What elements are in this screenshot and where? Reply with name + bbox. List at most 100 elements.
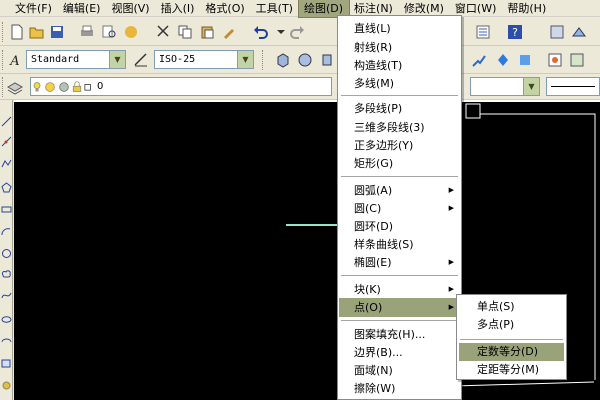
publish-icon[interactable]: [122, 23, 140, 41]
menu-insert[interactable]: 插入(I): [156, 0, 201, 17]
solid-icon[interactable]: [516, 51, 534, 69]
menu-bar: 文件(F) 编辑(E) 视图(V) 插入(I) 格式(O) 工具(T) 绘图(D…: [0, 0, 600, 18]
menu-item-measure[interactable]: 定距等分(M): [459, 361, 564, 379]
menu-item-region[interactable]: 面域(N): [339, 361, 460, 380]
submenu-arrow-icon: ▶: [448, 186, 454, 194]
polyline-tool-icon[interactable]: [1, 158, 12, 169]
view-icon[interactable]: [548, 23, 566, 41]
dim-style-select[interactable]: ISO-25 ▼: [154, 50, 254, 69]
submenu-arrow-icon: ▶: [448, 204, 454, 212]
text-style-select[interactable]: Standard ▼: [26, 50, 126, 69]
menu-file[interactable]: 文件(F): [10, 0, 58, 17]
toolbar-grip[interactable]: [2, 50, 5, 70]
match-properties-icon[interactable]: [220, 23, 238, 41]
menu-item-point[interactable]: 点(O) ▶: [339, 298, 460, 317]
submenu-arrow-icon: ▶: [448, 303, 454, 311]
chevron-down-icon[interactable]: ▼: [109, 51, 125, 68]
line-tool-icon[interactable]: [1, 116, 12, 127]
menu-item-hatch[interactable]: 图案填充(H)...: [339, 325, 460, 344]
toolbar-grip[interactable]: [2, 22, 5, 42]
menu-item-divide[interactable]: 定数等分(D): [459, 343, 564, 361]
save-icon[interactable]: [48, 23, 66, 41]
menu-item-multiple-point[interactable]: 多点(P): [459, 316, 564, 334]
menu-separator: [341, 176, 458, 177]
revision-cloud-tool-icon[interactable]: [1, 268, 12, 279]
menu-item-line[interactable]: 直线(L): [339, 19, 460, 38]
menu-item-rectangle[interactable]: 矩形(G): [339, 154, 460, 173]
menu-view[interactable]: 视图(V): [106, 0, 155, 17]
menu-item-spline[interactable]: 样条曲线(S): [339, 235, 460, 254]
rectangle-tool-icon[interactable]: [1, 204, 12, 215]
layer-select[interactable]: 0: [30, 77, 332, 96]
svg-text:A: A: [9, 54, 19, 68]
chevron-down-icon[interactable]: ▼: [523, 78, 539, 95]
layer-manager-icon[interactable]: [6, 78, 24, 96]
menu-item-ray[interactable]: 射线(R): [339, 38, 460, 57]
render-icon[interactable]: [470, 51, 488, 69]
standard-toolbar: ?: [0, 18, 600, 46]
menu-edit[interactable]: 编辑(E): [58, 0, 107, 17]
new-file-icon[interactable]: [8, 23, 26, 41]
menu-item-polyline[interactable]: 多段线(P): [339, 99, 460, 118]
spline-tool-icon[interactable]: [1, 290, 12, 301]
menu-format[interactable]: 格式(O): [200, 0, 250, 17]
cut-icon[interactable]: [154, 23, 172, 41]
menu-item-donut[interactable]: 圆环(D): [339, 217, 460, 236]
viewport-freeze-icon: [57, 79, 71, 95]
menu-item-boundary[interactable]: 边界(B)...: [339, 343, 460, 362]
menu-help[interactable]: 帮助(H): [502, 0, 552, 17]
box-icon[interactable]: [274, 51, 292, 69]
insert-block-tool-icon[interactable]: [1, 358, 12, 369]
circle-tool-icon[interactable]: [1, 248, 12, 259]
menu-item-multiline[interactable]: 多线(M): [339, 74, 460, 93]
make-block-tool-icon[interactable]: [1, 380, 12, 391]
ellipse-arc-tool-icon[interactable]: [1, 336, 12, 347]
arc-tool-icon[interactable]: [1, 226, 12, 237]
menu-item-circle[interactable]: 圆(C) ▶: [339, 199, 460, 218]
layers-toolbar: 0 ▼: [0, 74, 600, 100]
construction-line-tool-icon[interactable]: [1, 136, 12, 147]
draw-toolbar: [0, 100, 13, 400]
copy-icon[interactable]: [176, 23, 194, 41]
menu-item-3d-polyline[interactable]: 三维多段线(3): [339, 118, 460, 137]
material-icon[interactable]: [546, 51, 564, 69]
open-file-icon[interactable]: [28, 23, 46, 41]
polygon-tool-icon[interactable]: [1, 182, 12, 193]
redo-icon[interactable]: [288, 23, 306, 41]
lightbulb-icon: [31, 79, 43, 95]
submenu-arrow-icon: ▶: [448, 285, 454, 293]
print-icon[interactable]: [78, 23, 96, 41]
plot-preview-icon[interactable]: [100, 23, 118, 41]
color-select[interactable]: ▼: [470, 77, 540, 96]
linetype-select[interactable]: [546, 77, 600, 96]
cylinder-icon[interactable]: [318, 51, 336, 69]
menu-item-block[interactable]: 块(K) ▶: [339, 280, 460, 299]
menu-item-xline[interactable]: 构造线(T): [339, 56, 460, 75]
menu-item-polygon[interactable]: 正多边形(Y): [339, 136, 460, 155]
dim-style-icon[interactable]: [132, 51, 150, 69]
undo-icon[interactable]: [252, 23, 270, 41]
menu-item-wipeout[interactable]: 擦除(W): [339, 379, 460, 398]
help-icon[interactable]: ?: [506, 23, 524, 41]
point-submenu: 单点(S) 多点(P) 定数等分(D) 定距等分(M): [456, 294, 567, 380]
toolbar-grip[interactable]: [262, 50, 265, 70]
light-icon[interactable]: [494, 51, 512, 69]
ellipse-tool-icon[interactable]: [1, 314, 12, 325]
menu-separator: [341, 320, 458, 321]
styles-toolbar: A Standard ▼ ISO-25 ▼: [0, 46, 600, 74]
submenu-arrow-icon: ▶: [448, 258, 454, 266]
menu-item-arc[interactable]: 圆弧(A) ▶: [339, 181, 460, 200]
background-icon[interactable]: [568, 51, 586, 69]
text-style-icon[interactable]: A: [6, 51, 24, 69]
chevron-down-icon[interactable]: ▼: [237, 51, 253, 68]
menu-separator: [341, 275, 458, 276]
sheet-set-icon[interactable]: [570, 23, 588, 41]
paste-icon[interactable]: [198, 23, 216, 41]
menu-item-ellipse[interactable]: 椭圆(E) ▶: [339, 253, 460, 272]
menu-item-single-point[interactable]: 单点(S): [459, 298, 564, 316]
sphere-icon[interactable]: [296, 51, 314, 69]
menu-separator: [341, 95, 458, 96]
toolbar-grip[interactable]: [2, 77, 5, 97]
menu-tools[interactable]: 工具(T): [251, 0, 299, 17]
properties-icon[interactable]: [474, 23, 492, 41]
